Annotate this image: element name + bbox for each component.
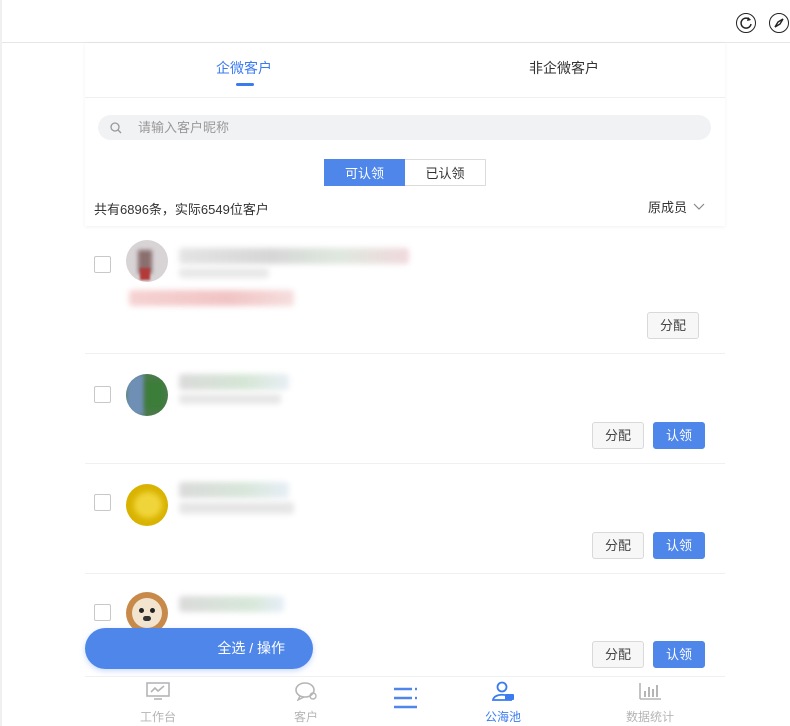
customer-count: 共有6896条，实际6549位客户 [94,202,269,217]
customer-name-redacted [179,482,289,498]
nav-label: 公海池 [484,710,521,724]
nav-public-pool[interactable]: 公海池 [463,681,543,725]
select-all-action-button[interactable]: 全选 / 操作 [85,628,313,669]
menu-icon [394,687,417,709]
search-input[interactable] [138,120,638,135]
segment-claimed[interactable]: 已认领 [405,159,486,186]
left-border [0,0,2,726]
avatar [126,374,168,416]
compass-icon[interactable] [769,13,789,33]
claim-button[interactable]: 认领 [653,641,705,668]
bottom-nav: 工作台 客户 公海池 数据统计 [85,676,725,726]
nav-label: 工作台 [139,710,176,724]
select-checkbox[interactable] [94,256,111,273]
public-pool-icon [491,681,514,701]
customer-name-redacted [179,248,409,264]
customer-name-redacted [179,596,284,612]
customer-name-redacted [179,374,289,390]
assign-button[interactable]: 分配 [592,641,644,668]
assign-button[interactable]: 分配 [647,312,699,339]
assign-button[interactable]: 分配 [592,422,644,449]
customer-meta-redacted [179,502,294,514]
nav-dashboard[interactable]: 工作台 [118,681,198,725]
customer-chat-icon [295,682,317,702]
top-bar [0,0,790,726]
tab-non-wecom-customers[interactable]: 非企微客户 [504,58,624,78]
assign-button[interactable]: 分配 [592,532,644,559]
tab-wecom-customers[interactable]: 企微客户 [184,58,304,78]
search-bar[interactable] [98,115,711,140]
nav-label: 客户 [293,710,318,724]
claim-status-segment: 可认领 已认领 [324,159,486,186]
claim-button[interactable]: 认领 [653,422,705,449]
list-item: 分配 认领 [85,354,725,464]
segment-claimable[interactable]: 可认领 [324,159,405,186]
bar-chart-icon [639,683,661,700]
nav-label: 数据统计 [625,710,674,724]
refresh-icon[interactable] [736,13,756,33]
nav-menu[interactable] [365,685,445,716]
active-tab-indicator [236,83,254,86]
nav-statistics[interactable]: 数据统计 [610,681,690,725]
select-checkbox[interactable] [94,494,111,511]
dashboard-icon [146,682,170,700]
customer-meta-redacted [179,268,269,278]
search-icon [110,121,122,133]
customer-meta-redacted [179,394,281,404]
customer-tag-redacted [129,290,294,306]
select-checkbox[interactable] [94,386,111,403]
chevron-down-icon [693,203,705,210]
avatar [126,240,168,282]
owner-filter-dropdown[interactable]: 原成员 [648,197,705,216]
owner-filter-label: 原成员 [647,200,687,215]
list-item: 分配 [85,226,725,354]
filter-panel: 企微客户 非企微客户 可认领 已认领 共有6896条，实际6549位客户 原成员 [85,43,725,226]
nav-customers[interactable]: 客户 [266,681,346,725]
avatar [126,484,168,526]
customer-type-tabs: 企微客户 非企微客户 [85,43,725,98]
list-item: 分配 认领 [85,464,725,574]
select-checkbox[interactable] [94,604,111,621]
claim-button[interactable]: 认领 [653,532,705,559]
